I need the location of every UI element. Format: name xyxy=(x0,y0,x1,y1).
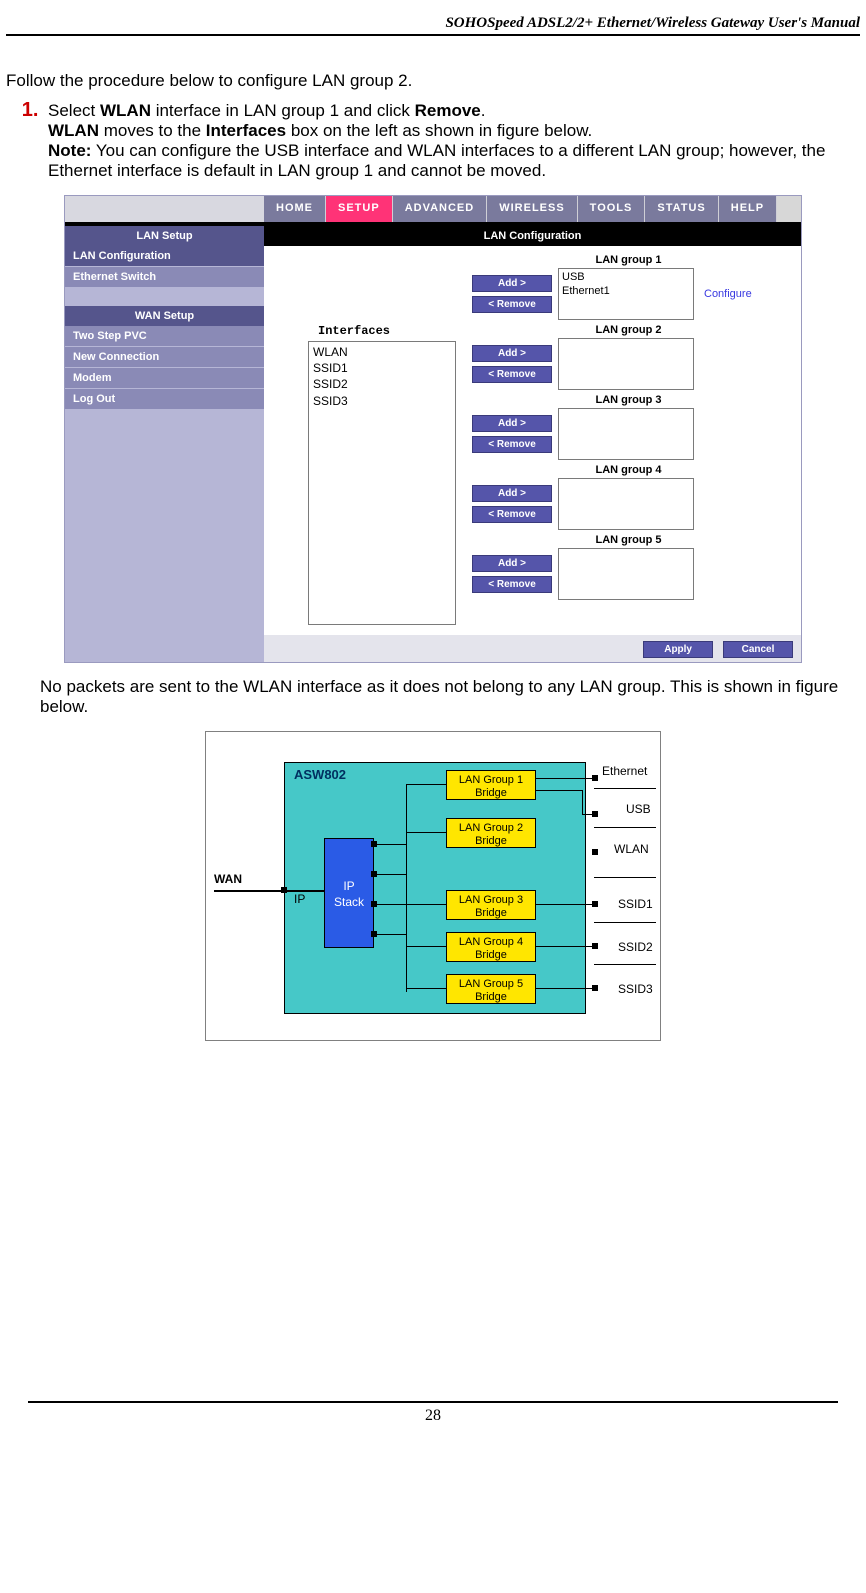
wan-label: WAN xyxy=(214,872,242,886)
bridge-5: LAN Group 5Bridge xyxy=(446,974,536,1004)
s1-t3: . xyxy=(481,101,486,120)
g4-box[interactable] xyxy=(558,478,694,530)
ip-stack: IP Stack xyxy=(324,838,374,948)
g4-remove[interactable]: < Remove xyxy=(472,506,552,523)
ssid1-label: SSID1 xyxy=(618,897,653,911)
s1-wlan: WLAN xyxy=(100,101,151,120)
nav-status[interactable]: STATUS xyxy=(645,196,718,222)
ssid3-label: SSID3 xyxy=(618,982,653,996)
g2-remove[interactable]: < Remove xyxy=(472,366,552,383)
g2-add[interactable]: Add > xyxy=(472,345,552,362)
wlan-label: WLAN xyxy=(614,842,649,856)
ssid2-label: SSID2 xyxy=(618,940,653,954)
g1-configure[interactable]: Configure xyxy=(704,288,752,300)
s1-l2b: moves to the xyxy=(99,121,206,140)
sidebar: LAN Setup LAN Configuration Ethernet Swi… xyxy=(65,226,264,662)
g1-remove[interactable]: < Remove xyxy=(472,296,552,313)
nav-wireless[interactable]: WIRELESS xyxy=(487,196,577,222)
figure-lan-config: HOME SETUP ADVANCED WIRELESS TOOLS STATU… xyxy=(64,195,802,663)
intro-text: Follow the procedure below to configure … xyxy=(6,71,860,91)
s1-t1: Select xyxy=(48,101,100,120)
if-ssid2[interactable]: SSID2 xyxy=(313,376,451,392)
if-ssid3[interactable]: SSID3 xyxy=(313,393,451,409)
g1-eth[interactable]: Ethernet1 xyxy=(562,284,690,298)
paragraph-2: No packets are sent to the WLAN interfac… xyxy=(40,677,860,717)
s1-l2c: Interfaces xyxy=(206,121,286,140)
g3-remove[interactable]: < Remove xyxy=(472,436,552,453)
g3-add[interactable]: Add > xyxy=(472,415,552,432)
main-panel: LAN Configuration Interfaces WLAN SSID1 … xyxy=(264,226,801,662)
nav-tools[interactable]: TOOLS xyxy=(578,196,646,222)
bridge-4: LAN Group 4Bridge xyxy=(446,932,536,962)
g1-label: LAN group 1 xyxy=(472,254,785,266)
footer-buttons: Apply Cancel xyxy=(264,635,801,662)
eth-label: Ethernet xyxy=(602,764,647,778)
side-lan-setup: LAN Setup xyxy=(65,226,264,246)
apply-button[interactable]: Apply xyxy=(643,641,713,658)
g5-label: LAN group 5 xyxy=(472,534,785,546)
g1-usb[interactable]: USB xyxy=(562,270,690,284)
g3-label: LAN group 3 xyxy=(472,394,785,406)
cancel-button[interactable]: Cancel xyxy=(723,641,793,658)
g5-remove[interactable]: < Remove xyxy=(472,576,552,593)
step-list: Select WLAN interface in LAN group 1 and… xyxy=(6,99,860,181)
interfaces-label: Interfaces xyxy=(318,324,456,338)
side-eth-switch[interactable]: Ethernet Switch xyxy=(65,267,264,288)
s1-remove: Remove xyxy=(415,101,481,120)
ip-label: IP xyxy=(294,892,305,906)
nav-advanced[interactable]: ADVANCED xyxy=(393,196,488,222)
figure-bridge-diagram: ASW802 IP Stack LAN Group 1Bridge LAN Gr… xyxy=(205,731,661,1041)
side-modem[interactable]: Modem xyxy=(65,368,264,389)
g1-box[interactable]: USB Ethernet1 xyxy=(558,268,694,320)
bridge-1: LAN Group 1Bridge xyxy=(446,770,536,800)
nav-setup[interactable]: SETUP xyxy=(326,196,393,222)
note-lbl: Note: xyxy=(48,141,91,160)
s1-t2: interface in LAN group 1 and click xyxy=(151,101,415,120)
g4-add[interactable]: Add > xyxy=(472,485,552,502)
if-ssid1[interactable]: SSID1 xyxy=(313,360,451,376)
nav-spacer xyxy=(65,196,264,222)
side-wan-setup: WAN Setup xyxy=(65,306,264,326)
s1-l2a: WLAN xyxy=(48,121,99,140)
g3-box[interactable] xyxy=(558,408,694,460)
note-txt: You can configure the USB interface and … xyxy=(48,141,825,180)
nav-rest xyxy=(777,196,801,222)
panel-title: LAN Configuration xyxy=(264,226,801,246)
step-1: Select WLAN interface in LAN group 1 and… xyxy=(44,99,860,181)
bridge-2: LAN Group 2Bridge xyxy=(446,818,536,848)
usb-label: USB xyxy=(626,802,651,816)
doc-header: SOHOSpeed ADSL2/2+ Ethernet/Wireless Gat… xyxy=(6,15,860,36)
g2-label: LAN group 2 xyxy=(472,324,785,336)
ip2: Stack xyxy=(334,895,364,909)
asw-label: ASW802 xyxy=(294,767,346,782)
side-two-step[interactable]: Two Step PVC xyxy=(65,326,264,347)
if-wlan[interactable]: WLAN xyxy=(313,344,451,360)
side-lan-config[interactable]: LAN Configuration xyxy=(65,246,264,267)
interfaces-list[interactable]: WLAN SSID1 SSID2 SSID3 xyxy=(308,341,456,625)
g5-add[interactable]: Add > xyxy=(472,555,552,572)
s1-l2d: box on the left as shown in figure below… xyxy=(286,121,592,140)
side-new-conn[interactable]: New Connection xyxy=(65,347,264,368)
g2-box[interactable] xyxy=(558,338,694,390)
nav-bar: HOME SETUP ADVANCED WIRELESS TOOLS STATU… xyxy=(65,196,801,222)
g5-box[interactable] xyxy=(558,548,694,600)
bridge-3: LAN Group 3Bridge xyxy=(446,890,536,920)
ip1: IP xyxy=(343,879,354,893)
page-number: 28 xyxy=(28,1401,838,1425)
nav-home[interactable]: HOME xyxy=(264,196,326,222)
g1-add[interactable]: Add > xyxy=(472,275,552,292)
g4-label: LAN group 4 xyxy=(472,464,785,476)
side-logout[interactable]: Log Out xyxy=(65,389,264,410)
nav-help[interactable]: HELP xyxy=(719,196,777,222)
